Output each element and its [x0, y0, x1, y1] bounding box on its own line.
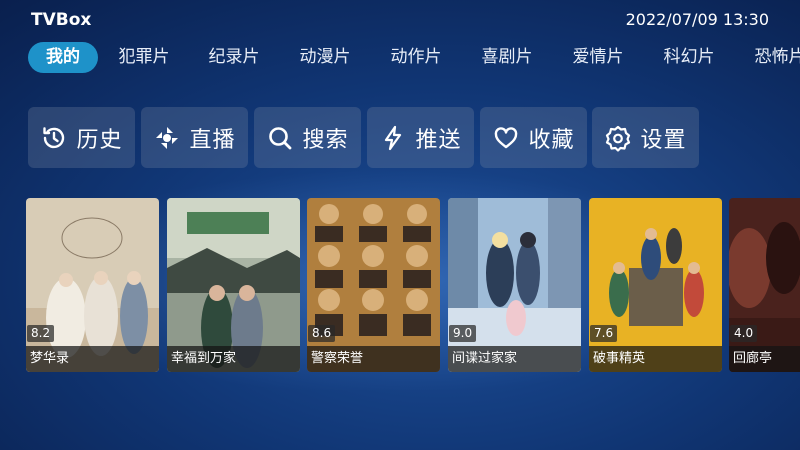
- push-lightning-icon: [385, 125, 402, 150]
- rating-badge: 8.2: [27, 325, 55, 342]
- tab-documentary[interactable]: 纪录片: [202, 42, 266, 73]
- live-label: 直播: [189, 127, 236, 153]
- rating-badge: 9.0: [449, 325, 477, 342]
- rating-badge: 8.6: [308, 325, 336, 342]
- category-bar: 我的 犯罪片 纪录片 动漫片 动作片 喜剧片 爱情片 科幻片 恐怖片: [28, 42, 800, 73]
- search-label: 搜索: [302, 127, 349, 153]
- clock: 2022/07/09 13:30: [625, 10, 769, 29]
- rating-badge: 7.6: [590, 325, 618, 342]
- movie-title: 警察荣誉: [307, 346, 440, 372]
- push-button[interactable]: 推送: [367, 107, 474, 168]
- history-label: 历史: [76, 127, 123, 153]
- tab-action[interactable]: 动作片: [384, 42, 448, 73]
- history-icon: [43, 126, 65, 148]
- movie-title: 幸福到万家: [167, 346, 300, 372]
- tab-scifi[interactable]: 科幻片: [657, 42, 721, 73]
- search-button[interactable]: 搜索: [254, 107, 361, 168]
- movie-card[interactable]: 7.6 破事精英: [589, 198, 722, 372]
- movie-title: 破事精英: [589, 346, 722, 372]
- movie-title: 梦华录: [26, 346, 159, 372]
- rating-badge: 4.0: [730, 325, 758, 342]
- movie-card[interactable]: 幸福到万家: [167, 198, 300, 372]
- tab-comedy[interactable]: 喜剧片: [475, 42, 539, 73]
- movie-card[interactable]: 8.6 警察荣誉: [307, 198, 440, 372]
- favorites-button[interactable]: 收藏: [480, 107, 587, 168]
- heart-icon: [495, 126, 518, 148]
- movie-title: 间谍过家家: [448, 346, 581, 372]
- history-button[interactable]: 历史: [28, 107, 135, 168]
- gear-icon: [606, 125, 631, 152]
- tab-mine[interactable]: 我的: [28, 42, 98, 73]
- live-icon: [156, 126, 179, 149]
- settings-label: 设置: [640, 127, 687, 153]
- favorites-label: 收藏: [528, 127, 575, 153]
- search-icon: [269, 126, 292, 149]
- tab-romance[interactable]: 爱情片: [566, 42, 630, 73]
- tab-anime[interactable]: 动漫片: [293, 42, 357, 73]
- movie-card[interactable]: 4.0 回廊亭: [729, 198, 800, 372]
- movie-card[interactable]: 8.2 梦华录: [26, 198, 159, 372]
- tab-crime[interactable]: 犯罪片: [112, 42, 176, 73]
- movie-card[interactable]: 9.0 间谍过家家: [448, 198, 581, 372]
- app-title: TVBox: [31, 10, 92, 30]
- live-button[interactable]: 直播: [141, 107, 248, 168]
- push-label: 推送: [415, 127, 462, 153]
- settings-button[interactable]: 设置: [592, 107, 699, 168]
- movie-title: 回廊亭: [729, 346, 800, 372]
- tab-horror[interactable]: 恐怖片: [748, 42, 800, 73]
